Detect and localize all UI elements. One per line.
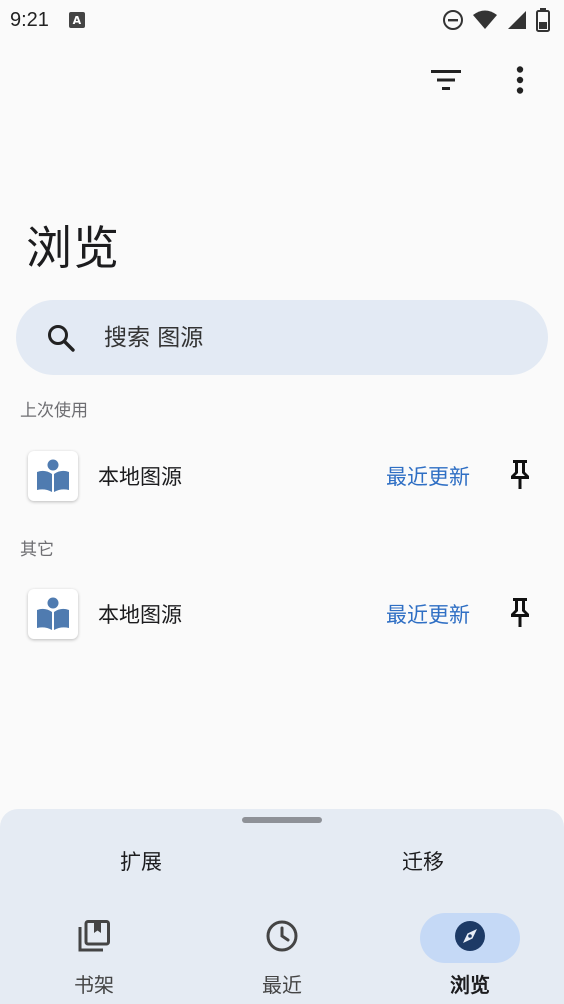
nav-label: 浏览: [450, 973, 490, 997]
library-icon: [77, 919, 111, 957]
sheet-drag-handle[interactable]: [242, 817, 322, 823]
filter-button[interactable]: [424, 60, 468, 104]
tab-extensions[interactable]: 扩展: [0, 839, 282, 883]
search-icon: [44, 321, 78, 355]
pin-icon: [508, 596, 532, 632]
wifi-icon: [472, 9, 498, 31]
toolbar: [424, 58, 564, 106]
tab-migrate[interactable]: 迁移: [282, 839, 564, 883]
pin-button[interactable]: [500, 456, 540, 496]
pin-icon: [508, 458, 532, 494]
book-reader-icon: [28, 589, 78, 639]
bottom-nav: 书架 最近 浏览: [0, 905, 564, 1004]
battery-icon: [536, 8, 550, 32]
book-reader-icon: [28, 451, 78, 501]
latest-button[interactable]: 最近更新: [386, 599, 470, 629]
nav-icon-container: [420, 913, 520, 963]
search-bar[interactable]: [16, 300, 548, 375]
page-title: 浏览: [26, 221, 120, 275]
pin-button[interactable]: [500, 594, 540, 634]
section-label-recent: 上次使用: [20, 401, 88, 421]
status-icons: [442, 8, 550, 32]
source-row-recent[interactable]: 本地图源 最近更新: [0, 440, 564, 512]
latest-button[interactable]: 最近更新: [386, 461, 470, 491]
section-label-other: 其它: [20, 540, 54, 560]
source-row-other[interactable]: 本地图源 最近更新: [0, 578, 564, 650]
more-options-button[interactable]: [498, 60, 542, 104]
compass-icon: [454, 920, 486, 956]
source-name: 本地图源: [98, 465, 182, 489]
source-name: 本地图源: [98, 603, 182, 627]
bottom-sheet: 扩展 迁移 书架 最近 浏览: [0, 809, 564, 1004]
nav-label: 书架: [74, 973, 114, 997]
signal-icon: [506, 9, 528, 31]
nav-item-library[interactable]: 书架: [0, 905, 188, 1004]
more-vert-icon: [516, 66, 524, 98]
sheet-tabs: 扩展 迁移: [0, 839, 564, 883]
a-letter-icon: A: [68, 12, 85, 28]
nav-item-recent[interactable]: 最近: [188, 905, 376, 1004]
nav-item-browse[interactable]: 浏览: [376, 905, 564, 1004]
nav-icon-container: [232, 913, 332, 963]
clock-icon: [265, 919, 299, 957]
status-time: 9:21: [10, 8, 49, 31]
filter-icon: [431, 69, 461, 95]
status-bar: 9:21 A: [0, 0, 564, 40]
nav-icon-container: [44, 913, 144, 963]
nav-label: 最近: [262, 973, 302, 997]
search-input[interactable]: [104, 324, 484, 351]
do-not-disturb-icon: [442, 9, 464, 31]
